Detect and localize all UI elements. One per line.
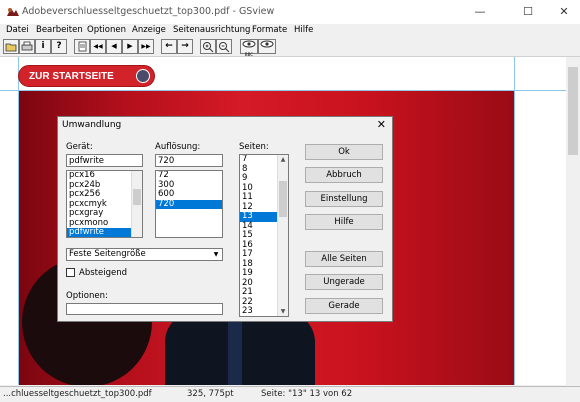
view-bbox-button[interactable]: BBC [240,39,258,57]
resolution-field[interactable]: 720 [155,154,223,167]
maximize-button[interactable]: ☐ [508,0,548,24]
menu-anzeige[interactable]: Anzeige [132,25,166,35]
print-icon [21,41,33,51]
dialog-title: Umwandlung [62,120,122,130]
start-page-button[interactable]: ZUR STARTSEITE [18,65,155,87]
status-coordinates: 325, 775pt [187,389,234,399]
print-button[interactable] [19,39,35,54]
vertical-scrollbar[interactable] [566,57,580,385]
guide-line-top [0,90,566,91]
eye-icon [242,40,256,48]
info-button[interactable]: i [35,39,51,54]
scrollbar-thumb[interactable] [133,189,141,205]
menu-optionen[interactable]: Optionen [87,25,126,35]
goto-page-icon [78,41,86,52]
toolbar: i ? ◀◀ ◀ ▶ ▶▶ ← → BBC [0,38,580,57]
back-button[interactable]: ← [161,39,177,54]
menu-seitenausrichtung[interactable]: Seitenausrichtung [173,25,250,35]
device-list-scrollbar[interactable] [131,171,142,237]
conversion-dialog: Umwandlung ✕ Gerät: pdfwrite pcx16 pcx24… [57,116,393,322]
start-page-label: ZUR STARTSEITE [29,71,114,82]
ascending-label: Absteigend [79,268,127,278]
guide-line-right [514,57,515,385]
options-label: Optionen: [66,291,108,301]
next-page-button[interactable]: ▶ [122,39,138,54]
prev-page-button[interactable]: ◀ [106,39,122,54]
zoom-out-icon [219,42,230,53]
page-size-select[interactable]: Feste Seitengröße ▼ [66,248,223,261]
menu-bearbeiten[interactable]: Bearbeiten [36,25,83,35]
zoom-in-icon [203,42,214,53]
title-bar: Adobeverschluesseltgeschuetzt_top300.pdf… [0,0,580,24]
device-field[interactable]: pdfwrite [66,154,143,167]
zoom-out-button[interactable] [216,39,232,54]
open-button[interactable] [3,39,19,54]
all-pages-button[interactable]: Alle Seiten [305,251,383,267]
photo-tie [228,319,242,385]
pages-list-scrollbar[interactable]: ▲ ▼ [277,155,288,316]
pages-list[interactable]: 7 8 9 10 11 12 13 14 15 16 17 18 19 20 2… [239,154,289,317]
ascending-checkbox[interactable] [66,268,75,277]
eye-icon [260,40,274,48]
resolution-list[interactable]: 72 300 600 720 [155,170,223,238]
scroll-down-icon[interactable]: ▼ [278,308,288,315]
even-pages-button[interactable]: Gerade [305,298,383,314]
status-bar: ...chluesseltgeschuetzt_top300.pdf 325, … [0,386,580,402]
help-button[interactable]: ? [51,39,67,54]
scrollbar-thumb[interactable] [568,67,578,155]
last-page-button[interactable]: ▶▶ [138,39,154,54]
close-button[interactable]: ✕ [544,0,580,24]
zoom-in-button[interactable] [200,39,216,54]
circle-icon [136,69,150,83]
menu-hilfe[interactable]: Hilfe [294,25,313,35]
dialog-title-bar: Umwandlung ✕ [58,117,392,134]
help-button[interactable]: Hilfe [305,214,383,230]
page-size-value: Feste Seitengröße [69,249,146,259]
minimize-button[interactable]: — [460,0,500,24]
list-item-selected[interactable]: 720 [156,199,222,209]
device-label: Gerät: [66,142,93,152]
forward-button[interactable]: → [177,39,193,54]
gsview-app-icon [7,8,19,16]
view-button[interactable] [258,39,276,54]
resolution-label: Auflösung: [155,142,201,152]
device-list[interactable]: pcx16 pcx24b pcx256 pcxcmyk pcxgray pcxm… [66,170,143,238]
cancel-button[interactable]: Abbruch [305,167,383,183]
odd-pages-button[interactable]: Ungerade [305,274,383,290]
window-title: Adobeverschluesseltgeschuetzt_top300.pdf… [22,6,275,17]
settings-button[interactable]: Einstellung [305,191,383,207]
status-filename: ...chluesseltgeschuetzt_top300.pdf [3,389,152,399]
scroll-up-icon[interactable]: ▲ [278,156,288,163]
chevron-down-icon[interactable]: ▼ [211,250,221,259]
menu-datei[interactable]: Datei [6,25,29,35]
goto-page-button[interactable] [74,39,90,54]
scrollbar-thumb[interactable] [279,181,287,217]
options-field[interactable] [66,303,223,315]
menu-formate[interactable]: Formate [252,25,287,35]
menu-bar: Datei Bearbeiten Optionen Anzeige Seiten… [0,24,580,38]
open-icon [5,43,17,52]
guide-line-left [18,57,19,385]
status-page: Seite: "13" 13 von 62 [261,389,353,399]
first-page-button[interactable]: ◀◀ [90,39,106,54]
pages-label: Seiten: [239,142,269,152]
dialog-close-button[interactable]: ✕ [377,118,386,131]
ok-button[interactable]: Ok [305,144,383,160]
